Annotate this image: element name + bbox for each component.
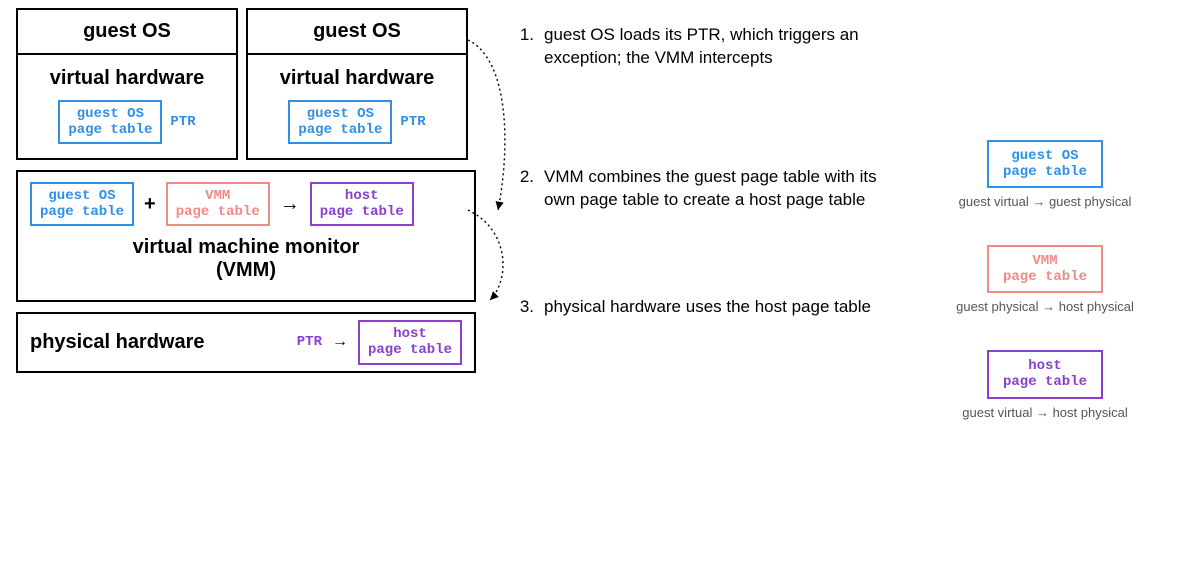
legend-host-box: host page table [987,350,1103,398]
vm-row: guest OS virtual hardware guest OS page … [16,8,476,160]
vmm-label: virtual machine monitor (VMM) [30,226,462,294]
step-2-number: 2. [516,166,534,212]
virtual-hardware-body-2: guest OS page table PTR [248,94,466,158]
legend-host: host page table guest virtual → host phy… [920,350,1170,419]
step-1-text: guest OS loads its PTR, which triggers a… [544,24,886,70]
vmm-box: guest OS page table + VMM page table → h… [16,170,476,302]
arrow-operator: → [280,193,300,216]
vmm-equation-row: guest OS page table + VMM page table → h… [30,182,462,226]
guest-page-table-box-1: guest OS page table [58,100,162,144]
physical-hardware-label: physical hardware [30,331,205,354]
legend-guest: guest OS page table guest virtual → gues… [920,140,1170,209]
step-3-number: 3. [516,296,534,319]
legend-vmm-caption: guest physical → host physical [920,299,1170,314]
vm-box-2: guest OS virtual hardware guest OS page … [246,8,468,160]
legend-guest-caption: guest virtual → guest physical [920,194,1170,209]
phys-arrow: → [332,333,348,351]
plus-operator: + [144,193,156,216]
step-1-number: 1. [516,24,534,70]
step-1: 1. guest OS loads its PTR, which trigger… [516,24,886,70]
physical-hardware-right: PTR → host page table [297,320,462,364]
guest-os-title-2: guest OS [248,10,466,55]
physical-hardware-box: physical hardware PTR → host page table [16,312,476,372]
vmm-page-table-box: VMM page table [166,182,270,226]
guest-os-title-1: guest OS [18,10,236,55]
legend-host-caption: guest virtual → host physical [920,405,1170,420]
phys-host-pt-box: host page table [358,320,462,364]
step-3: 3. physical hardware uses the host page … [516,296,886,319]
diagram-left-column: guest OS virtual hardware guest OS page … [16,8,476,373]
vmm-guest-pt-box: guest OS page table [30,182,134,226]
virtual-hardware-body-1: guest OS page table PTR [18,94,236,158]
step-2-text: VMM combines the guest page table with i… [544,166,886,212]
legend-vmm: VMM page table guest physical → host phy… [920,245,1170,314]
virtual-hardware-label-2: virtual hardware [248,55,466,94]
legend-vmm-box: VMM page table [987,245,1103,293]
legend-guest-box: guest OS page table [987,140,1103,188]
legend-column: guest OS page table guest virtual → gues… [920,140,1170,456]
step-2: 2. VMM combines the guest page table wit… [516,166,886,212]
steps-column: 1. guest OS loads its PTR, which trigger… [516,24,886,383]
vm-box-1: guest OS virtual hardware guest OS page … [16,8,238,160]
ptr-label-1: PTR [170,114,195,130]
vmm-host-pt-box: host page table [310,182,414,226]
step-3-text: physical hardware uses the host page tab… [544,296,886,319]
virtual-hardware-label-1: virtual hardware [18,55,236,94]
phys-ptr-label: PTR [297,334,322,350]
guest-page-table-box-2: guest OS page table [288,100,392,144]
ptr-label-2: PTR [400,114,425,130]
